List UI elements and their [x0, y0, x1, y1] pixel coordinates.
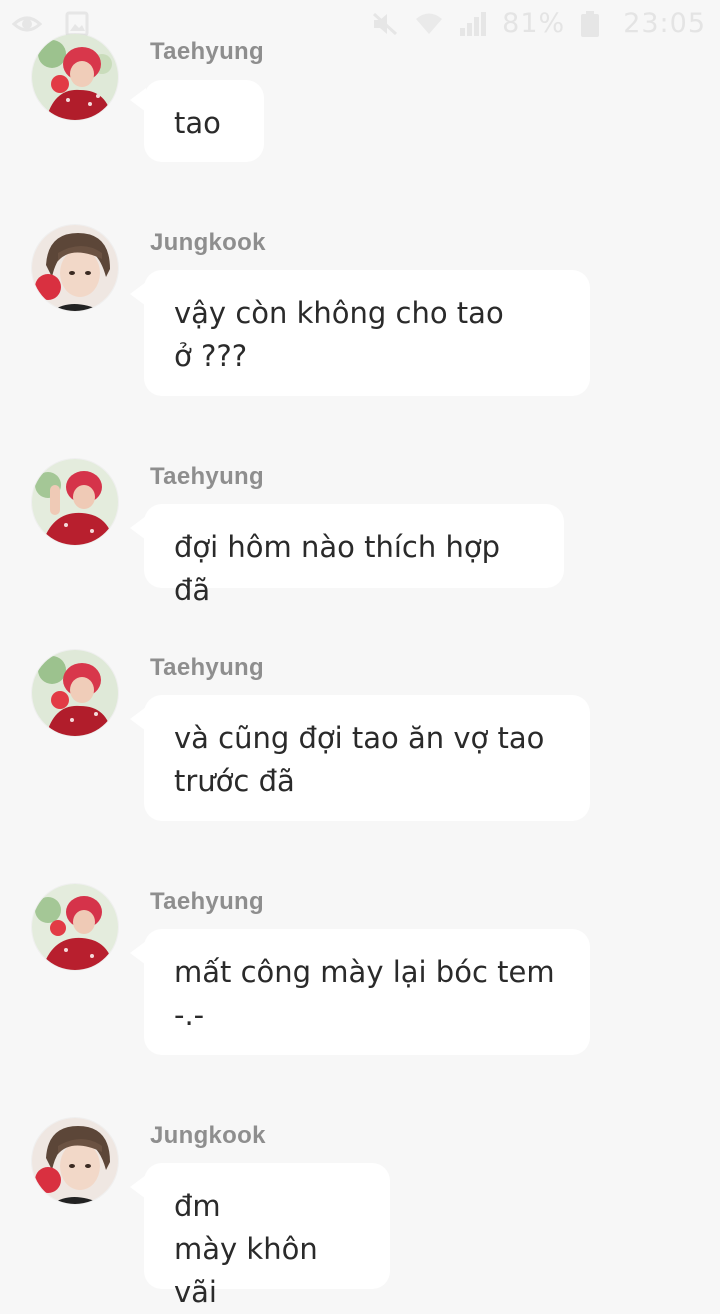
clock: 23:05	[623, 8, 706, 39]
taehyung-avatar[interactable]	[32, 884, 118, 970]
sender-name: Taehyung	[150, 463, 264, 490]
sender-name: Taehyung	[150, 654, 264, 681]
message-bubble[interactable]: và cũng đợi tao ăn vợ tao trước đã	[144, 695, 590, 821]
taehyung-avatar[interactable]	[32, 650, 118, 736]
sender-name: Jungkook	[150, 1122, 266, 1149]
signal-icon	[458, 10, 488, 38]
wifi-icon	[414, 10, 444, 38]
message-bubble[interactable]: đm mày khôn vãi	[144, 1163, 390, 1309]
jungkook-avatar[interactable]	[32, 1118, 118, 1204]
battery-percent: 81%	[502, 8, 566, 39]
battery-icon	[579, 10, 609, 38]
taehyung-avatar[interactable]	[32, 459, 118, 545]
message-bubble[interactable]: mất công mày lại bóc tem -.-	[144, 929, 590, 1055]
sender-name: Jungkook	[150, 229, 266, 256]
mute-icon	[370, 10, 400, 38]
message-bubble[interactable]: vậy còn không cho tao ở ???	[144, 270, 590, 396]
taehyung-avatar[interactable]	[32, 34, 118, 120]
message-bubble[interactable]: đợi hôm nào thích hợp đã	[144, 504, 564, 607]
sender-name: Taehyung	[150, 38, 264, 65]
eye-icon	[11, 10, 43, 38]
jungkook-avatar[interactable]	[32, 225, 118, 311]
status-bar: 81% 23:05	[0, 0, 720, 50]
message-bubble[interactable]: tao	[144, 80, 264, 162]
sender-name: Taehyung	[150, 888, 264, 915]
